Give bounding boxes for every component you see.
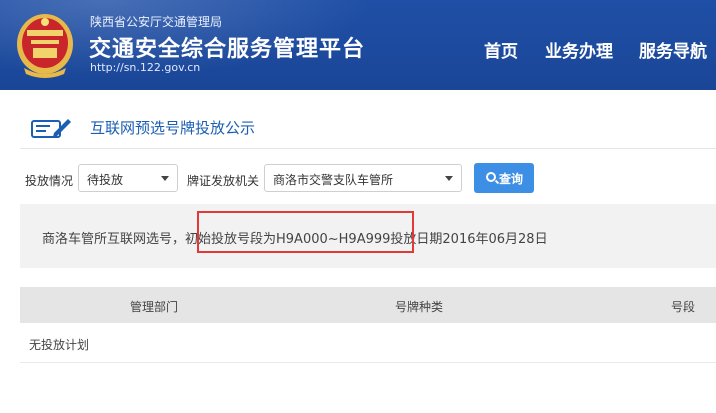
panel-title: 互联网预选号牌投放公示: [90, 119, 256, 137]
status-select-value: 待投放: [87, 173, 124, 187]
chevron-down-icon: [161, 176, 169, 181]
site-url[interactable]: http://sn.122.gov.cn: [90, 61, 200, 74]
nav-business[interactable]: 业务办理: [545, 37, 613, 62]
column-header-department: 管理部门: [130, 300, 179, 314]
status-select[interactable]: 待投放: [78, 164, 178, 192]
nav-home[interactable]: 首页: [484, 37, 518, 62]
table-row: [20, 323, 716, 363]
police-emblem-icon: [17, 14, 73, 78]
document-edit-icon: [31, 119, 71, 138]
search-icon: [486, 172, 496, 182]
column-header-number-range: 号段: [671, 300, 696, 314]
authority-select[interactable]: 商洛市交警支队车管所: [264, 164, 462, 192]
empty-table-message: 无投放计划: [29, 338, 90, 352]
org-name: 陕西省公安厅交通管理局: [90, 15, 223, 29]
nav-service-guide[interactable]: 服务导航: [639, 37, 707, 62]
highlight-annotation: [197, 211, 414, 253]
status-label: 投放情况: [25, 174, 74, 188]
query-button-label: 查询: [499, 172, 524, 186]
chevron-down-icon: [445, 176, 453, 181]
query-button[interactable]: 查询: [474, 163, 534, 193]
authority-label: 牌证发放机关: [187, 174, 260, 188]
site-title: 交通安全综合服务管理平台: [89, 37, 366, 62]
column-header-plate-type: 号牌种类: [395, 300, 444, 314]
authority-select-value: 商洛市交警支队车管所: [273, 173, 394, 187]
table-header: [20, 287, 716, 323]
